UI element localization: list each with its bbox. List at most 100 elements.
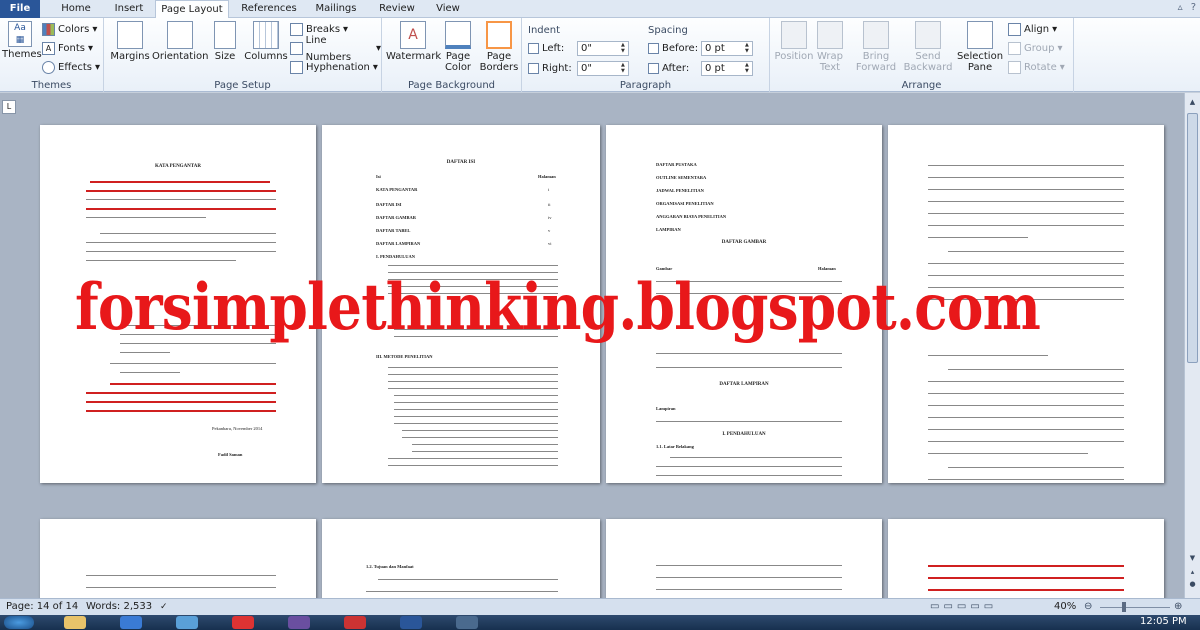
tab-page-layout[interactable]: Page Layout xyxy=(155,0,229,19)
size-button[interactable]: Size xyxy=(210,21,240,62)
text-line xyxy=(670,457,842,458)
align-icon xyxy=(1008,23,1021,36)
tab-insert[interactable]: Insert xyxy=(104,0,154,18)
group-button[interactable]: Group ▾ xyxy=(1008,40,1062,57)
orientation-label: Orientation xyxy=(152,51,209,62)
tab-references[interactable]: References xyxy=(232,0,306,18)
help-icon[interactable]: ? xyxy=(1191,2,1196,13)
scroll-thumb[interactable] xyxy=(1187,113,1198,363)
zoom-slider-thumb[interactable] xyxy=(1122,602,1126,612)
position-button[interactable]: Position xyxy=(772,21,816,62)
lampiran-col: Lampiran xyxy=(656,406,676,411)
page-color-icon xyxy=(445,21,471,49)
toc-entry: KATA PENGANTAR xyxy=(376,187,418,192)
taskbar-app[interactable] xyxy=(64,616,86,629)
scroll-down-icon[interactable]: ▼ xyxy=(1187,553,1198,564)
indent-heading: Indent xyxy=(528,25,561,36)
group-icon xyxy=(1008,42,1021,55)
margins-button[interactable]: Margins xyxy=(108,21,152,62)
toc-entry: DAFTAR GAMBAR xyxy=(376,215,417,220)
page-7[interactable] xyxy=(606,519,882,598)
themes-button[interactable]: Aa ▦ Themes xyxy=(2,21,42,60)
effects-button[interactable]: Effects ▾ xyxy=(42,59,100,76)
page-color-button[interactable]: Page Color xyxy=(438,21,478,73)
group-page-setup: Margins Orientation Size Columns Breaks … xyxy=(104,18,382,92)
watermark-button[interactable]: A Watermark xyxy=(386,21,441,62)
send-backward-button[interactable]: Send Backward xyxy=(902,21,954,73)
size-icon xyxy=(214,21,236,49)
tab-review[interactable]: Review xyxy=(370,0,424,18)
line-numbers-button[interactable]: Line Numbers ▾ xyxy=(290,35,381,63)
toc-page: ii xyxy=(548,202,551,207)
proofing-icon[interactable]: ✓ xyxy=(160,599,168,615)
spacing-before-label: Before: xyxy=(662,43,699,54)
taskbar-app[interactable] xyxy=(344,616,366,629)
indent-right-label: Right: xyxy=(542,63,572,74)
taskbar-app[interactable] xyxy=(176,616,198,629)
page3-lampiran-title: DAFTAR LAMPIRAN xyxy=(719,382,769,387)
text-line xyxy=(388,374,558,375)
wrap-text-icon xyxy=(817,21,843,49)
orientation-button[interactable]: Orientation xyxy=(152,21,208,62)
toc-entry: DAFTAR LAMPIRAN xyxy=(376,241,421,246)
text-line xyxy=(928,429,1124,430)
columns-button[interactable]: Columns xyxy=(244,21,288,62)
group-label-page-background: Page Background xyxy=(407,80,496,91)
tab-view[interactable]: View xyxy=(426,0,470,18)
themes-label: Themes xyxy=(2,49,42,60)
indent-right-input[interactable]: 0" xyxy=(577,61,629,76)
zoom-in-icon[interactable]: ⊕ xyxy=(1174,599,1182,615)
scroll-up-icon[interactable]: ▲ xyxy=(1187,97,1198,108)
tab-selector[interactable]: L xyxy=(2,100,16,114)
rotate-button[interactable]: Rotate ▾ xyxy=(1008,59,1065,76)
hyphenation-label: Hyphenation xyxy=(306,62,370,73)
taskbar-app-word[interactable] xyxy=(400,616,422,629)
prev-page-icon[interactable]: ▴ xyxy=(1187,567,1198,578)
colors-button[interactable]: Colors ▾ xyxy=(42,21,97,38)
vertical-scrollbar[interactable]: ▲ ▼ ▴ ● xyxy=(1184,93,1200,598)
taskbar-app[interactable] xyxy=(288,616,310,629)
start-button[interactable] xyxy=(4,616,34,629)
taskbar-clock[interactable]: 12:05 PM xyxy=(1140,616,1187,627)
align-button[interactable]: Align ▾ xyxy=(1008,21,1057,38)
hyphenation-button[interactable]: Hyphenation ▾ xyxy=(290,59,378,76)
zoom-level[interactable]: 40% xyxy=(1054,599,1076,615)
tab-home[interactable]: Home xyxy=(48,0,104,18)
status-words[interactable]: Words: 2,533 xyxy=(86,599,152,615)
taskbar-app[interactable] xyxy=(456,616,478,629)
selection-pane-button[interactable]: Selection Pane xyxy=(956,21,1004,73)
page-6[interactable]: 1.2. Tujuan dan Manfaat xyxy=(322,519,600,598)
page1-title: KATA PENGANTAR xyxy=(155,164,201,169)
status-page[interactable]: Page: 14 of 14 xyxy=(6,599,78,615)
colors-icon xyxy=(42,23,55,36)
tab-file[interactable]: File xyxy=(0,0,40,18)
text-line xyxy=(928,405,1124,406)
text-line xyxy=(656,475,842,476)
line-numbers-icon xyxy=(290,42,303,55)
zoom-out-icon[interactable]: ⊖ xyxy=(1084,599,1092,615)
page-borders-button[interactable]: Page Borders xyxy=(478,21,520,73)
wrap-text-button[interactable]: Wrap Text xyxy=(812,21,848,73)
tab-mailings[interactable]: Mailings xyxy=(306,0,366,18)
bring-forward-button[interactable]: Bring Forward xyxy=(852,21,900,73)
indent-left-input[interactable]: 0" xyxy=(577,41,629,56)
indent-left: Left: 0" xyxy=(528,40,640,57)
text-line xyxy=(656,421,842,422)
toc-col-left: Isi xyxy=(376,174,381,179)
spacing-before-input[interactable]: 0 pt xyxy=(701,41,753,56)
text-line xyxy=(656,353,842,354)
group-themes: Aa ▦ Themes Colors ▾ A Fonts ▾ Effects ▾ T… xyxy=(0,18,104,92)
select-browse-icon[interactable]: ● xyxy=(1187,579,1198,590)
text-line xyxy=(656,466,842,467)
taskbar-app[interactable] xyxy=(232,616,254,629)
view-buttons[interactable]: ▭▭▭▭▭ xyxy=(930,599,997,615)
page-8[interactable] xyxy=(888,519,1164,598)
page-5[interactable] xyxy=(40,519,316,598)
text-line xyxy=(928,189,1124,190)
taskbar-app[interactable] xyxy=(120,616,142,629)
align-label: Align xyxy=(1024,24,1050,35)
fonts-button[interactable]: A Fonts ▾ xyxy=(42,40,93,57)
zoom-slider[interactable] xyxy=(1100,607,1170,608)
minimize-ribbon-icon[interactable]: ▵ xyxy=(1178,2,1183,13)
spacing-after-input[interactable]: 0 pt xyxy=(701,61,753,76)
